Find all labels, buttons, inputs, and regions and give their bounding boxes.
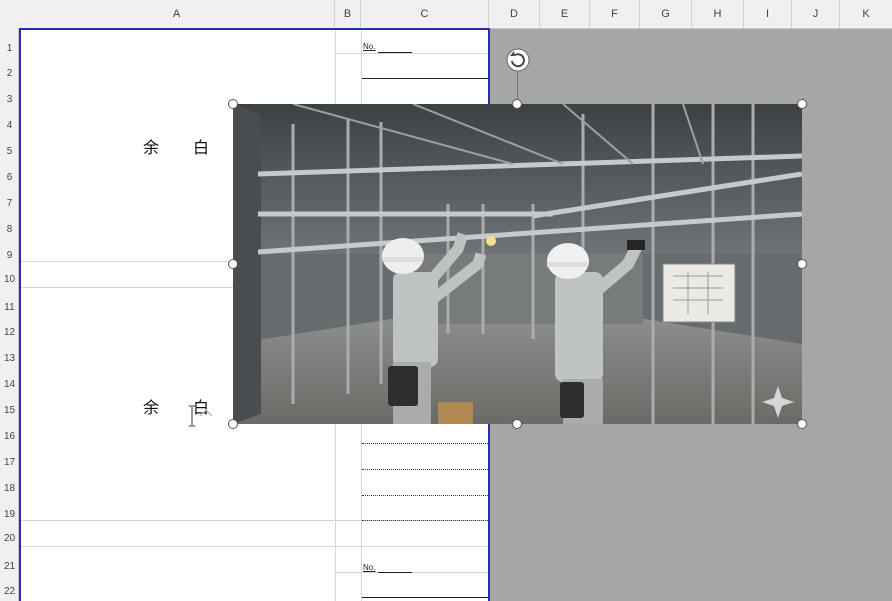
blank-label-top-2: 白 — [193, 140, 210, 157]
column-header-d[interactable]: D — [489, 0, 540, 28]
row-header-16[interactable]: 16 — [0, 431, 19, 442]
row-header-11[interactable]: 11 — [0, 302, 19, 313]
row-header-22[interactable]: 22 — [0, 586, 19, 597]
resize-handle-top-left[interactable] — [228, 99, 238, 109]
row-header-1[interactable]: 1 — [0, 43, 19, 54]
column-header-bar: A B C D E F G H I J K — [0, 0, 892, 29]
blank-label-bottom-1: 余 — [143, 400, 160, 417]
row-header-19[interactable]: 19 — [0, 509, 19, 520]
row-header-bar: 1 2 3 4 5 6 7 8 9 10 11 12 13 14 15 16 1… — [0, 28, 19, 601]
blank-label-top-1: 余 — [143, 140, 160, 157]
field-underline — [362, 597, 488, 598]
row-header-17[interactable]: 17 — [0, 457, 19, 468]
row-header-2[interactable]: 2 — [0, 68, 19, 79]
dotted-writing-line — [362, 520, 488, 521]
no-label-top: No. — [363, 42, 376, 51]
resize-handle-left[interactable] — [228, 259, 238, 269]
column-header-i[interactable]: I — [744, 0, 792, 28]
resize-handle-bottom-left[interactable] — [228, 419, 238, 429]
gridline — [335, 572, 489, 573]
ibeam-cursor-icon — [189, 405, 212, 427]
row-header-8[interactable]: 8 — [0, 224, 19, 235]
column-header-g[interactable]: G — [640, 0, 692, 28]
row-header-14[interactable]: 14 — [0, 379, 19, 390]
column-header-e[interactable]: E — [540, 0, 590, 28]
resize-handle-top-right[interactable] — [797, 99, 807, 109]
no-underline — [378, 52, 412, 53]
row-header-15[interactable]: 15 — [0, 405, 19, 416]
page-break-top — [19, 28, 489, 30]
row-header-13[interactable]: 13 — [0, 353, 19, 364]
resize-handle-bottom[interactable] — [512, 419, 522, 429]
row-header-7[interactable]: 7 — [0, 198, 19, 209]
row-header-12[interactable]: 12 — [0, 327, 19, 338]
row-header-6[interactable]: 6 — [0, 172, 19, 183]
gridline — [335, 53, 489, 54]
no-label-bottom: No. — [363, 563, 376, 572]
column-header-k[interactable]: K — [840, 0, 892, 28]
spreadsheet: A B C D E F G H I J K 1 2 3 4 5 6 7 8 9 … — [0, 0, 892, 601]
column-header-f[interactable]: F — [590, 0, 640, 28]
construction-workers-photo-icon — [233, 104, 802, 424]
row-header-5[interactable]: 5 — [0, 146, 19, 157]
dotted-writing-line — [362, 469, 488, 470]
row-header-4[interactable]: 4 — [0, 120, 19, 131]
column-header-c[interactable]: C — [361, 0, 489, 28]
column-header-b[interactable]: B — [335, 0, 361, 28]
no-underline — [378, 572, 412, 573]
rotate-icon[interactable] — [505, 47, 531, 73]
row-header-21[interactable]: 21 — [0, 561, 19, 572]
column-header-j[interactable]: J — [792, 0, 840, 28]
row-header-3[interactable]: 3 — [0, 94, 19, 105]
row-header-20[interactable]: 20 — [0, 533, 19, 544]
page-break-left — [19, 28, 21, 601]
construction-photo[interactable] — [233, 104, 802, 424]
row-header-10[interactable]: 10 — [0, 274, 19, 285]
column-header-a[interactable]: A — [19, 0, 335, 28]
resize-handle-top[interactable] — [512, 99, 522, 109]
gridline — [19, 546, 489, 547]
dotted-writing-line — [362, 443, 488, 444]
resize-handle-bottom-right[interactable] — [797, 419, 807, 429]
column-header-h[interactable]: H — [692, 0, 744, 28]
resize-handle-right[interactable] — [797, 259, 807, 269]
field-underline — [362, 78, 488, 79]
row-header-18[interactable]: 18 — [0, 483, 19, 494]
dotted-writing-line — [362, 495, 488, 496]
rotate-handle-stem — [517, 72, 518, 100]
row-header-9[interactable]: 9 — [0, 250, 19, 261]
